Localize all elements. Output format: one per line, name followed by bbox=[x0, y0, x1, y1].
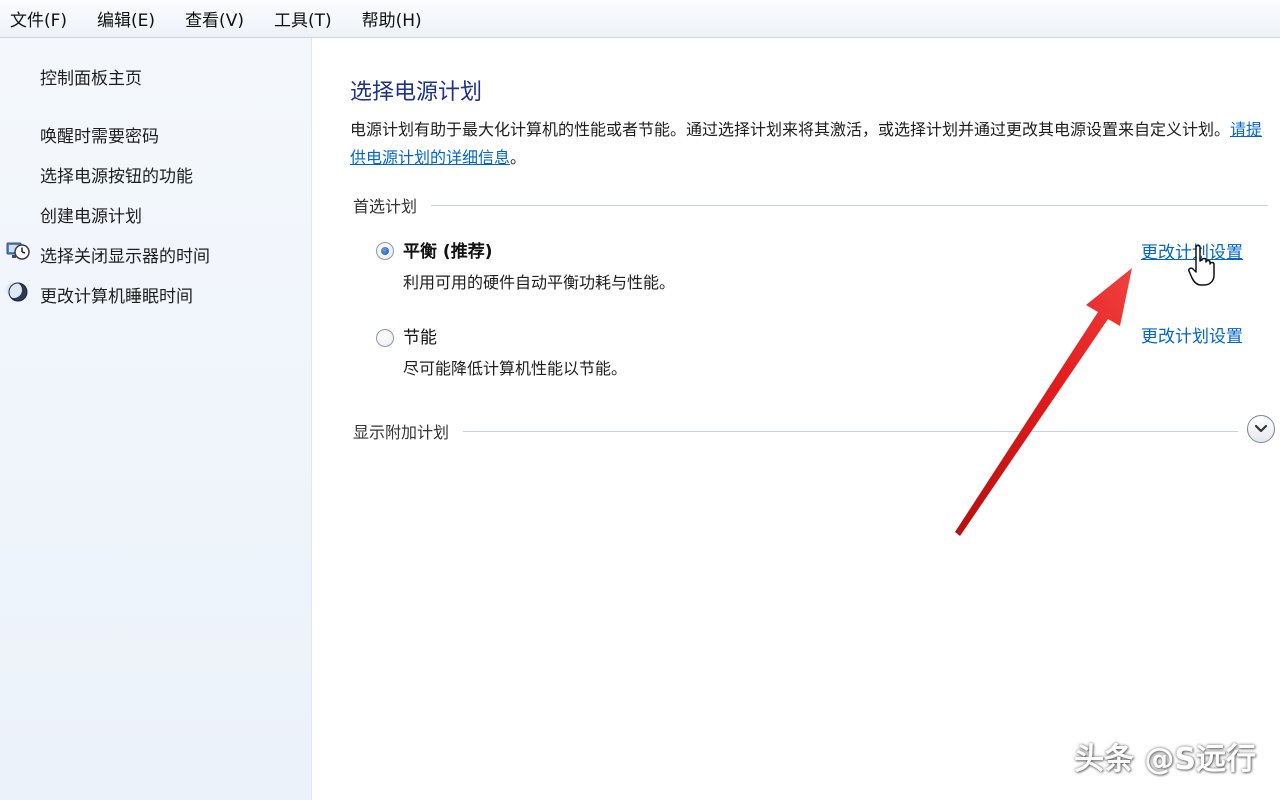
watermark: 头条 @S远行 bbox=[1073, 742, 1256, 777]
plan-balanced-description: 利用可用的硬件自动平衡功耗与性能。 bbox=[403, 273, 676, 292]
plan-power-saver-radio[interactable] bbox=[376, 329, 394, 347]
divider bbox=[431, 204, 1268, 206]
display-clock-icon bbox=[6, 240, 30, 262]
plan-balanced-radio[interactable] bbox=[376, 242, 394, 260]
main-content: 选择电源计划 电源计划有助于最大化计算机的性能或者节能。通过选择计划来将其激活，… bbox=[313, 38, 1280, 800]
page-title: 选择电源计划 bbox=[350, 80, 483, 105]
plan-power-saver-description: 尽可能降低计算机性能以节能。 bbox=[403, 359, 628, 378]
moon-sleep-icon bbox=[6, 281, 30, 303]
menu-view[interactable]: 查看(V) bbox=[183, 2, 246, 35]
plan-balanced-name[interactable]: 平衡 (推荐) bbox=[403, 237, 492, 262]
divider bbox=[463, 430, 1238, 432]
plan-power-saver-name[interactable]: 节能 bbox=[403, 323, 437, 348]
menu-bar: 文件(F) 编辑(E) 查看(V) 工具(T) 帮助(H) bbox=[0, 0, 1280, 38]
menu-help[interactable]: 帮助(H) bbox=[360, 2, 424, 35]
additional-plans-header[interactable]: 显示附加计划 bbox=[353, 419, 1238, 443]
sidebar-link-display-off-time[interactable]: 选择关闭显示器的时间 bbox=[40, 242, 210, 267]
sidebar-link-sleep-time[interactable]: 更改计算机睡眠时间 bbox=[40, 282, 193, 307]
sidebar-link-create-plan[interactable]: 创建电源计划 bbox=[40, 202, 142, 227]
description-end: 。 bbox=[510, 148, 527, 167]
chevron-down-icon bbox=[1254, 424, 1268, 433]
plan-balanced-change-settings-link[interactable]: 更改计划设置 bbox=[1141, 238, 1243, 263]
sidebar-link-control-panel-home[interactable]: 控制面板主页 bbox=[40, 64, 142, 89]
section-label: 显示附加计划 bbox=[353, 423, 450, 442]
description-text: 电源计划有助于最大化计算机的性能或者节能。通过选择计划来将其激活，或选择计划并通… bbox=[350, 120, 1231, 139]
sidebar-link-power-button[interactable]: 选择电源按钮的功能 bbox=[40, 162, 193, 187]
section-label: 首选计划 bbox=[353, 197, 418, 216]
sidebar: 控制面板主页 唤醒时需要密码 选择电源按钮的功能 创建电源计划 选择关闭显示器的… bbox=[0, 38, 312, 800]
menu-file[interactable]: 文件(F) bbox=[8, 2, 69, 35]
preferred-plans-header: 首选计划 bbox=[353, 193, 1268, 217]
sidebar-link-wake-password[interactable]: 唤醒时需要密码 bbox=[40, 122, 159, 147]
expand-additional-plans-button[interactable] bbox=[1247, 415, 1275, 443]
plan-power-saver-change-settings-link[interactable]: 更改计划设置 bbox=[1141, 322, 1243, 347]
menu-tools[interactable]: 工具(T) bbox=[272, 2, 334, 35]
menu-edit[interactable]: 编辑(E) bbox=[95, 2, 157, 35]
page-description: 电源计划有助于最大化计算机的性能或者节能。通过选择计划来将其激活，或选择计划并通… bbox=[350, 116, 1275, 172]
